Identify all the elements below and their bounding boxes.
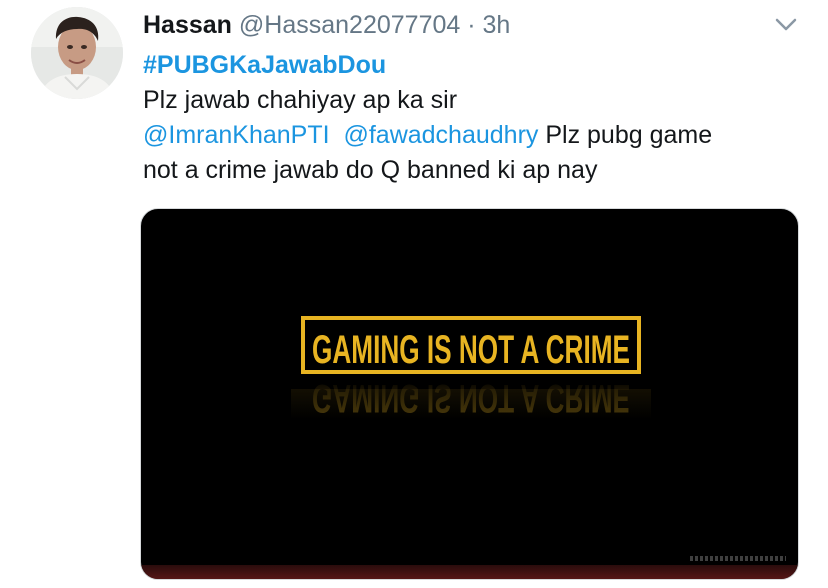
- tweet-header: Hassan @Hassan22077704 · 3h: [143, 8, 510, 42]
- tweet[interactable]: Hassan @Hassan22077704 · 3h #PUBGKaJawab…: [0, 0, 828, 588]
- tweet-text-line-1: Plz jawab chahiyay ap ka sir: [143, 86, 458, 114]
- avatar[interactable]: [31, 7, 123, 99]
- hashtag-link[interactable]: #PUBGKaJawabDou: [143, 51, 386, 79]
- tweet-text: #PUBGKaJawabDou Plz jawab chahiyay ap ka…: [143, 48, 813, 188]
- tweet-text-line-2-rest: Plz pubg game: [538, 121, 713, 149]
- watermark: [690, 556, 786, 561]
- media-bottom-strip: [141, 565, 798, 579]
- chevron-down-icon[interactable]: [772, 14, 800, 36]
- tweet-text-line-2: @ImranKhanPTI @fawadchaudhry Plz pubg ga…: [143, 118, 813, 153]
- media-image[interactable]: GAMING IS NOT A CRIME GAMING IS NOT A CR…: [140, 208, 799, 580]
- tweet-text-line-3: not a crime jawab do Q banned ki ap nay: [143, 156, 598, 184]
- gaming-banner-graphic: GAMING IS NOT A CRIME GAMING IS NOT A CR…: [291, 316, 651, 420]
- mention-fawadchaudhry[interactable]: @fawadchaudhry: [343, 121, 538, 149]
- mention-imrankhanpti[interactable]: @ImranKhanPTI: [143, 121, 330, 149]
- banner-text: GAMING IS NOT A CRIME: [312, 328, 630, 372]
- display-name[interactable]: Hassan: [143, 11, 232, 39]
- separator-dot: ·: [467, 11, 476, 39]
- avatar-image: [31, 7, 123, 99]
- timestamp[interactable]: 3h: [483, 11, 511, 39]
- user-handle[interactable]: @Hassan22077704: [239, 11, 460, 39]
